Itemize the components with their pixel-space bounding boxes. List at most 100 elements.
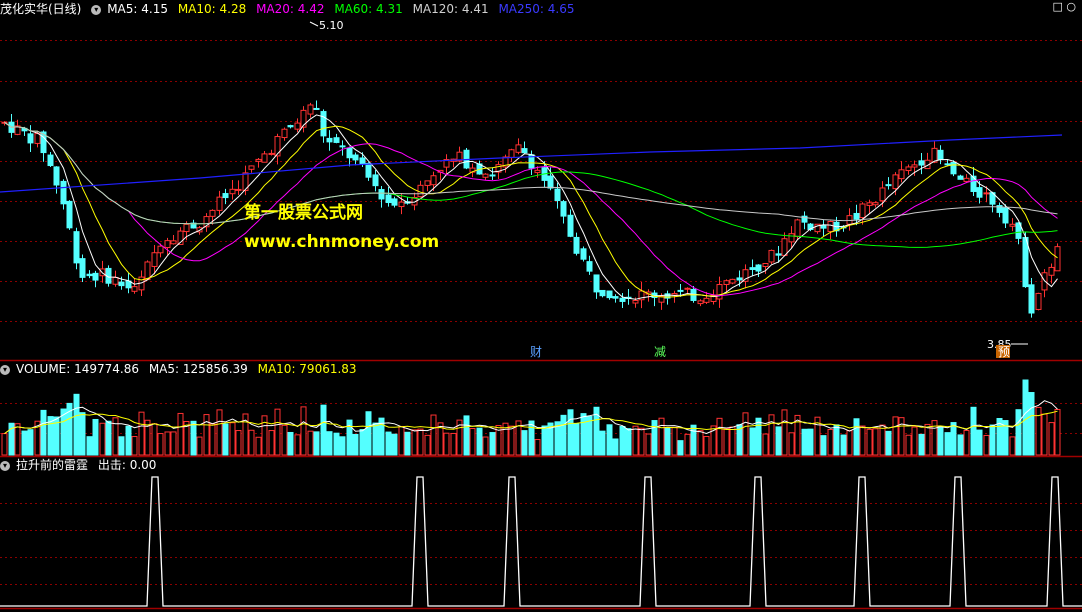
volume-bar bbox=[788, 432, 795, 456]
candle-body bbox=[209, 209, 216, 217]
volume-bar bbox=[1035, 406, 1042, 456]
candle-body bbox=[430, 175, 437, 186]
candle-body bbox=[1035, 292, 1042, 310]
chart-canvas[interactable]: 5.103.85财减预 bbox=[0, 0, 1082, 612]
candle-body bbox=[853, 212, 860, 220]
volume-bar bbox=[216, 409, 223, 456]
volume-bar bbox=[801, 428, 808, 456]
volume-bar bbox=[443, 432, 450, 456]
candle-body bbox=[391, 198, 398, 206]
window-controls[interactable]: □ ○ bbox=[1053, 0, 1077, 13]
candle-body bbox=[274, 136, 281, 157]
candle-body bbox=[970, 175, 977, 192]
watermark-title: 第一股票公式网 bbox=[244, 203, 363, 223]
volume-bar bbox=[846, 430, 853, 456]
candle-body bbox=[697, 300, 704, 305]
indicator-settings-icon[interactable]: ▾ bbox=[0, 460, 10, 471]
volume-bar bbox=[1022, 379, 1029, 456]
volume-bar bbox=[190, 420, 197, 456]
volume-bar bbox=[781, 409, 788, 456]
candle-body bbox=[716, 284, 723, 300]
candle-body bbox=[1009, 223, 1016, 227]
candle-body bbox=[222, 193, 229, 199]
volume-bar bbox=[372, 422, 379, 456]
volume-bar bbox=[892, 416, 899, 456]
volume-bar bbox=[469, 427, 476, 456]
volume-bar bbox=[625, 428, 632, 456]
candle-body bbox=[424, 180, 431, 186]
candle-body bbox=[47, 154, 54, 167]
candle-body bbox=[866, 202, 873, 206]
volume-bar bbox=[235, 430, 242, 456]
candlesticks bbox=[1, 100, 1061, 318]
candle-body bbox=[950, 161, 957, 175]
volume-bars bbox=[1, 379, 1061, 456]
candle-body bbox=[612, 296, 619, 299]
volume-bar bbox=[703, 436, 710, 456]
candle-body bbox=[573, 236, 580, 254]
candle-body bbox=[378, 189, 385, 200]
volume-bar bbox=[424, 434, 431, 456]
candle-body bbox=[515, 144, 522, 153]
volume-bar bbox=[79, 412, 86, 456]
volume-bar bbox=[268, 430, 275, 456]
candle-body bbox=[762, 263, 769, 268]
stock-title[interactable]: 茂化实华(日线) bbox=[0, 2, 81, 16]
volume-bar bbox=[606, 424, 613, 456]
candle-body bbox=[144, 261, 151, 281]
candle-body bbox=[151, 252, 158, 267]
volume-bar bbox=[339, 436, 346, 456]
event-marker-jian: 减 bbox=[654, 345, 666, 359]
candle-body bbox=[768, 249, 775, 263]
volume-settings-icon[interactable]: ▾ bbox=[0, 364, 10, 375]
volume-bar bbox=[430, 414, 437, 456]
volume-bar bbox=[281, 424, 288, 456]
volume-bar bbox=[937, 426, 944, 456]
volume-bar bbox=[521, 430, 528, 456]
volume-bar bbox=[664, 427, 671, 456]
ma10-label: MA10: 4.28 bbox=[177, 2, 247, 16]
candle-body bbox=[482, 173, 489, 178]
volume-bar bbox=[658, 417, 665, 456]
volume-bar bbox=[957, 434, 964, 456]
volume-bar bbox=[1041, 413, 1048, 456]
indicator-value: 出击: 0.00 bbox=[97, 458, 157, 472]
indicator-name: 拉升前的雷霆 bbox=[16, 458, 89, 472]
candle-body bbox=[898, 169, 905, 180]
volume-bar bbox=[528, 420, 535, 456]
event-marker-yu: 预 bbox=[998, 345, 1010, 359]
candle-body bbox=[554, 188, 561, 202]
volume-bar bbox=[398, 425, 405, 456]
volume-bar bbox=[723, 428, 730, 456]
candle-body bbox=[677, 289, 684, 292]
candle-body bbox=[580, 248, 587, 260]
volume-bar bbox=[151, 423, 158, 456]
candle-body bbox=[326, 137, 333, 143]
volume-bar bbox=[365, 411, 372, 456]
candle-body bbox=[892, 174, 899, 190]
volume-bar bbox=[729, 426, 736, 456]
candle-body bbox=[820, 225, 827, 229]
volume-bar bbox=[820, 435, 827, 456]
volume-bar bbox=[684, 433, 691, 456]
candle-body bbox=[755, 264, 762, 272]
candle-body bbox=[294, 122, 301, 130]
volume-bar bbox=[164, 431, 171, 456]
candle-body bbox=[963, 177, 970, 182]
volume-bar bbox=[911, 426, 918, 456]
settings-icon[interactable]: ▾ bbox=[91, 4, 102, 15]
candle-body bbox=[1002, 207, 1009, 224]
volume-bar bbox=[1028, 392, 1035, 456]
candle-body bbox=[365, 162, 372, 178]
candle-body bbox=[983, 192, 990, 195]
volume-bar bbox=[255, 436, 262, 456]
candle-body bbox=[157, 245, 164, 254]
volume-bar bbox=[1048, 422, 1055, 456]
volume-bar bbox=[768, 414, 775, 456]
volume-bar bbox=[573, 423, 580, 456]
volume-bar bbox=[125, 425, 132, 456]
candle-body bbox=[53, 166, 60, 186]
volume-bar bbox=[287, 431, 294, 456]
volume-bar bbox=[1054, 408, 1061, 456]
volume-bar bbox=[879, 424, 886, 456]
